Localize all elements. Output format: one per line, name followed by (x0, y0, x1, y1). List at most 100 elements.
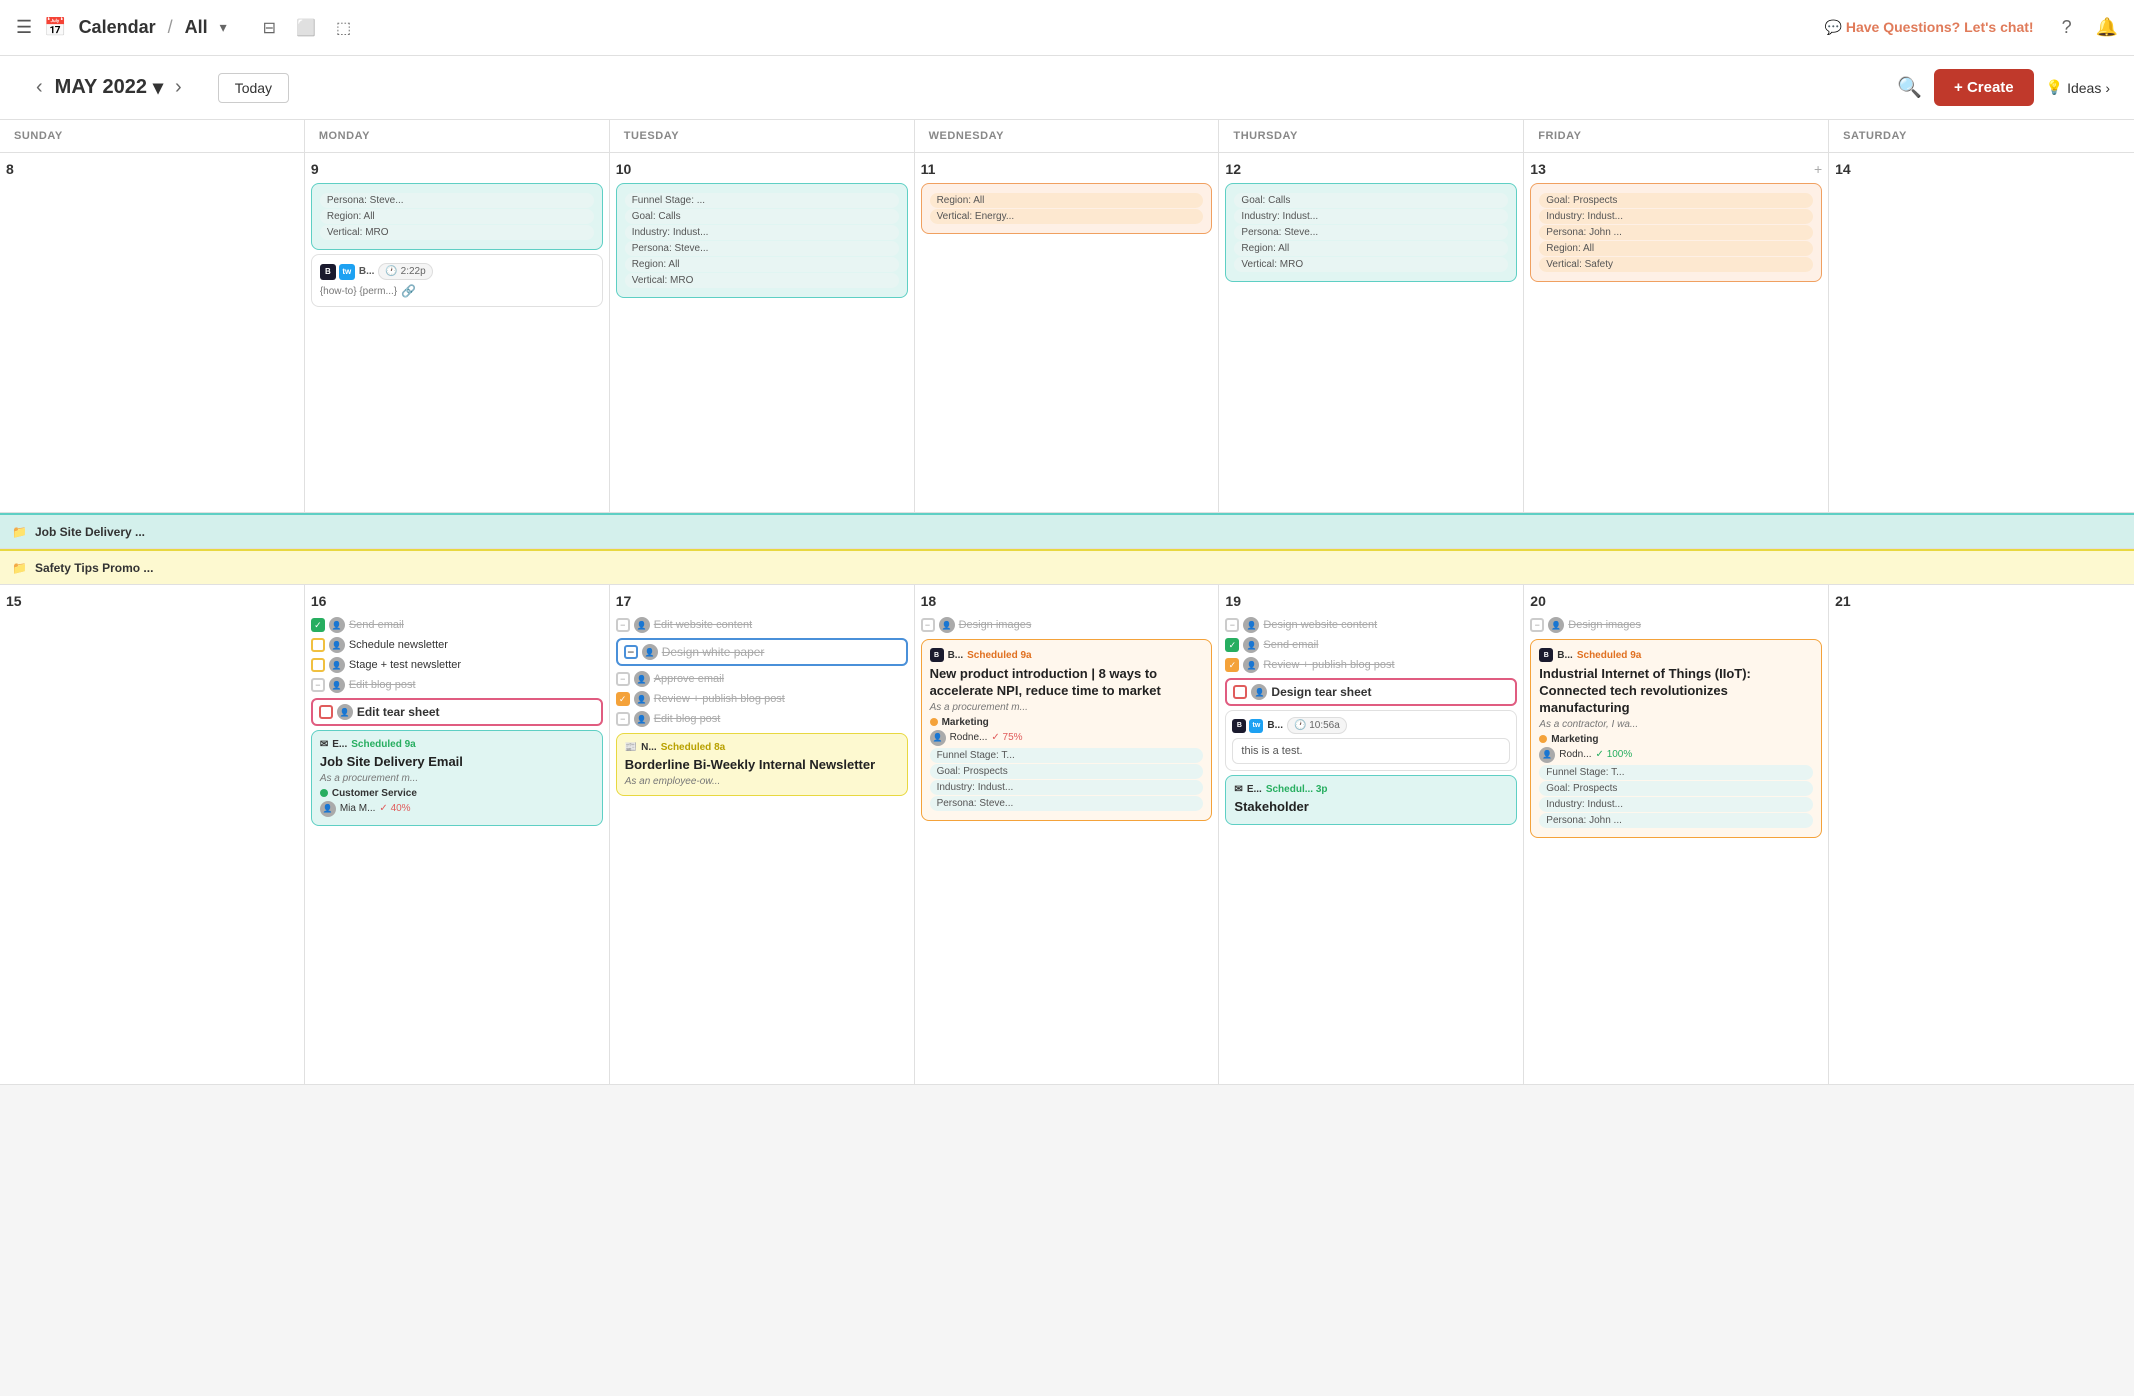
day-number-20: 20 (1530, 593, 1822, 609)
event-edit-website[interactable]: − 👤 Edit website content (616, 615, 908, 635)
event-schedule-newsletter[interactable]: 👤 Schedule newsletter (311, 635, 603, 655)
top-nav: ☰ 📅 Calendar / All ▾ ⊟ ⬜ ⬚ 💬 Have Questi… (0, 0, 2134, 56)
banner-job-site-text: Job Site Delivery ... (35, 525, 145, 539)
day-number-19: 19 (1225, 593, 1517, 609)
create-button[interactable]: + Create (1934, 69, 2034, 106)
event-label: Stage + test newsletter (349, 659, 461, 671)
scheduled-sub: As a procurement m... (930, 702, 1204, 713)
banner-safety-tips[interactable]: 📁 Safety Tips Promo ... (0, 549, 2134, 585)
event-edit-blog2[interactable]: − 👤 Edit blog post (616, 709, 908, 729)
scheduled-new-product[interactable]: B B... Scheduled 9a New product introduc… (921, 639, 1213, 821)
scheduled-title: Stakeholder (1234, 799, 1508, 816)
social-label: B... (359, 266, 375, 277)
header-tuesday: TUESDAY (610, 120, 915, 152)
scheduled-job-site[interactable]: ✉ E... Scheduled 9a Job Site Delivery Em… (311, 730, 603, 826)
day-8: 8 (0, 153, 305, 512)
chip-vertical: Vertical: MRO (625, 273, 899, 288)
scheduled-iiot[interactable]: B B... Scheduled 9a Industrial Internet … (1530, 639, 1822, 838)
scheduled-borderline[interactable]: 📰 N... Scheduled 8a Borderline Bi-Weekly… (616, 733, 908, 796)
search-icon[interactable]: 🔍 (1897, 75, 1922, 100)
chip-vertical: Vertical: MRO (320, 225, 594, 240)
bell-icon[interactable]: 🔔 (2096, 17, 2118, 38)
banner-job-site[interactable]: 📁 Job Site Delivery ... (0, 513, 2134, 549)
event-design-tear-sheet[interactable]: 👤 Design tear sheet (1225, 678, 1517, 706)
avatar: 👤 (329, 637, 345, 653)
event-label: Design images (959, 619, 1032, 631)
calendar-header: SUNDAY MONDAY TUESDAY WEDNESDAY THURSDAY… (0, 120, 2134, 153)
filter-goal: Goal: Prospects (930, 764, 1204, 779)
day-18: 18 − 👤 Design images B B... Scheduled 9a… (915, 585, 1220, 1084)
day-number-9: 9 (311, 161, 603, 177)
day-21: 21 (1829, 585, 2134, 1084)
event-design-website[interactable]: − 👤 Design website content (1225, 615, 1517, 635)
social-post-thu19[interactable]: B tw B... 🕐 10:56a this is a test. (1225, 710, 1517, 771)
ideas-button[interactable]: 💡 Ideas › (2046, 79, 2110, 96)
event-design-images2[interactable]: − 👤 Design images (1530, 615, 1822, 635)
event-design-white-paper[interactable]: − 👤 Design white paper (616, 638, 908, 666)
filter-industry: Industry: Indust... (930, 780, 1204, 795)
chat-link[interactable]: 💬 Have Questions? Let's chat! (1825, 19, 2034, 36)
scheduled-stakeholder[interactable]: ✉ E... Schedul... 3p Stakeholder (1225, 775, 1517, 825)
social-icons: B tw (320, 264, 355, 280)
event-send-email[interactable]: ✓ 👤 Send email (311, 615, 603, 635)
dot-icon (1539, 735, 1547, 743)
avatar: 👤 (939, 617, 955, 633)
event-card-wed11[interactable]: Region: All Vertical: Energy... (921, 183, 1213, 234)
avatar: 👤 (634, 711, 650, 727)
checkbox-minus: − (1225, 618, 1239, 632)
chip-industry: Industry: Indust... (625, 225, 899, 240)
scheduled-sub: As a procurement m... (320, 773, 594, 784)
add-event-icon[interactable]: + (1814, 161, 1822, 177)
social-post-mon9[interactable]: B tw B... 🕐 2:22p {how-to} {perm...} 🔗 (311, 254, 603, 307)
checkbox-yellow (311, 638, 325, 652)
day-number-10: 10 (616, 161, 908, 177)
month-label[interactable]: MAY 2022 ▾ (55, 75, 163, 100)
chip-persona: Persona: Steve... (625, 241, 899, 256)
checkbox-orange-checked: ✓ (1225, 658, 1239, 672)
help-icon[interactable]: ? (2062, 17, 2072, 38)
event-edit-blog[interactable]: − 👤 Edit blog post (311, 675, 603, 695)
scheduled-header: ✉ E... Scheduled 9a (320, 739, 594, 750)
event-card-tue10[interactable]: Funnel Stage: ... Goal: Calls Industry: … (616, 183, 908, 298)
checkbox-yellow (311, 658, 325, 672)
event-card-thu12[interactable]: Goal: Calls Industry: Indust... Persona:… (1225, 183, 1517, 282)
chip-region: Region: All (1234, 241, 1508, 256)
chip-region: Region: All (930, 193, 1204, 208)
checkbox-red-empty (1233, 685, 1247, 699)
event-approve-email[interactable]: − 👤 Approve email (616, 669, 908, 689)
event-card-fri13[interactable]: Goal: Prospects Industry: Indust... Pers… (1530, 183, 1822, 282)
monitor-icon[interactable]: ⬜ (296, 18, 316, 38)
filter-persona: Persona: Steve... (930, 796, 1204, 811)
chip-region: Region: All (1539, 241, 1813, 256)
filter-icon[interactable]: ⊟ (263, 18, 276, 38)
nav-chevron-icon[interactable]: ▾ (220, 19, 227, 36)
event-label: Design tear sheet (1271, 685, 1371, 699)
brandwatch-icon: B (1539, 648, 1553, 662)
avatar: 👤 (634, 671, 650, 687)
event-card-mon9[interactable]: Persona: Steve... Region: All Vertical: … (311, 183, 603, 250)
event-review-publish[interactable]: ✓ 👤 Review + publish blog post (616, 689, 908, 709)
filter-persona: Persona: John ... (1539, 813, 1813, 828)
event-edit-tear-sheet[interactable]: 👤 Edit tear sheet (311, 698, 603, 726)
chip-goal: Goal: Calls (625, 209, 899, 224)
chip-goal: Goal: Prospects (1539, 193, 1813, 208)
event-design-images[interactable]: − 👤 Design images (921, 615, 1213, 635)
event-send-email2[interactable]: ✓ 👤 Send email (1225, 635, 1517, 655)
chip-industry: Industry: Indust... (1539, 209, 1813, 224)
event-label: Review + publish blog post (654, 693, 785, 705)
event-label: Review + publish blog post (1263, 659, 1394, 671)
brandwatch-icon: B (930, 648, 944, 662)
share-icon[interactable]: ⬚ (336, 18, 351, 38)
day-number-15: 15 (6, 593, 298, 609)
nav-view-all[interactable]: All (185, 17, 208, 38)
event-label: Design images (1568, 619, 1641, 631)
event-stage-test[interactable]: 👤 Stage + test newsletter (311, 655, 603, 675)
prev-month-button[interactable]: ‹ (24, 72, 55, 103)
today-button[interactable]: Today (218, 73, 289, 103)
next-month-button[interactable]: › (163, 72, 194, 103)
scheduled-header: B B... Scheduled 9a (930, 648, 1204, 662)
day-number-16: 16 (311, 593, 603, 609)
event-review-publish2[interactable]: ✓ 👤 Review + publish blog post (1225, 655, 1517, 675)
hamburger-icon[interactable]: ☰ (16, 17, 32, 38)
checkbox-minus: − (616, 712, 630, 726)
